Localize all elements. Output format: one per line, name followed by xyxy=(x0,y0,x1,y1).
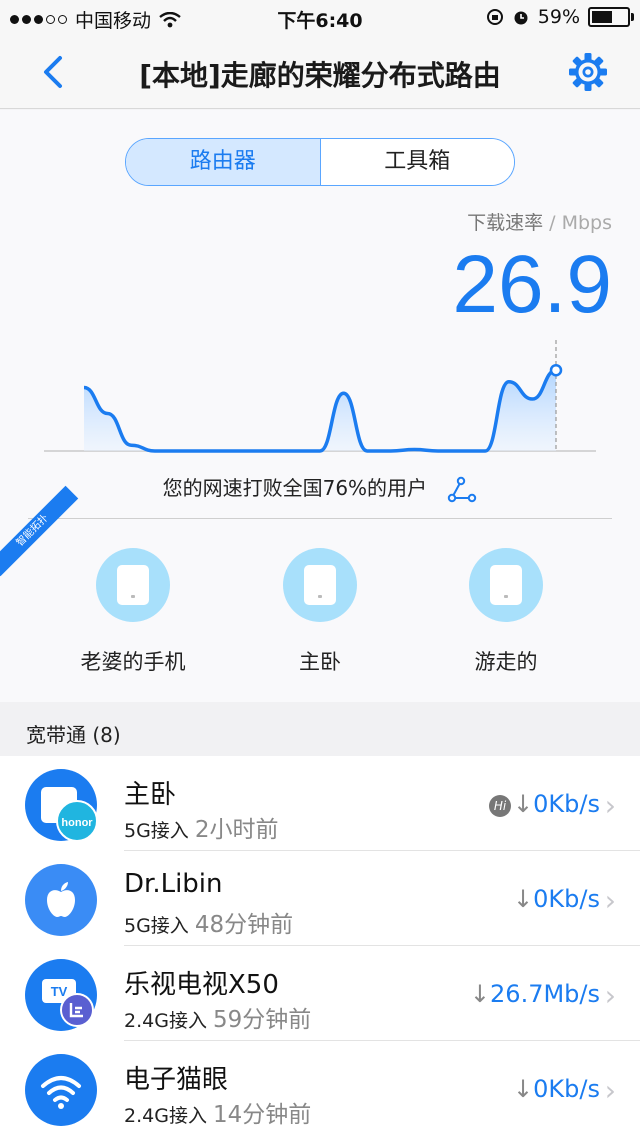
device-rate-value: 0Kb/s xyxy=(533,885,600,913)
device-band: 2.4G接入 xyxy=(124,1105,207,1127)
download-speed-label: 下载速率 / Mbps xyxy=(467,208,612,235)
chevron-right-icon: › xyxy=(604,1074,616,1107)
speed-chart xyxy=(44,340,596,453)
battery-icon xyxy=(588,7,634,27)
honor-badge-text: honor xyxy=(61,817,93,829)
download-speed-value: 26.9 xyxy=(452,239,612,330)
device-band: 5G接入 xyxy=(124,820,189,842)
honor-router-icon: honor xyxy=(25,769,98,842)
download-arrow-icon: ↓ xyxy=(469,980,491,1008)
speed-rank-text: 您的网速打败全国76%的用户 xyxy=(162,476,428,500)
chevron-right-icon: › xyxy=(604,789,616,822)
tab-toolbox[interactable]: 工具箱 xyxy=(320,139,514,185)
device-rate: ↓0Kb/s xyxy=(513,885,600,913)
hilink-badge-icon: Hi xyxy=(489,795,512,817)
tv-icon: TV xyxy=(25,959,97,1031)
gear-icon[interactable] xyxy=(566,50,610,94)
download-speed-title: 下载速率 xyxy=(467,212,544,234)
device-band: 2.4G接入 xyxy=(124,1010,207,1032)
device-last-seen: 14分钟前 xyxy=(213,1102,312,1128)
tv-badge-text: TV xyxy=(51,984,68,999)
share-icon[interactable] xyxy=(447,476,477,504)
status-right: 59% xyxy=(486,6,634,28)
apple-icon xyxy=(25,864,97,936)
router-panel: 路由器 工具箱 下载速率 / Mbps 26.9 您的网速打败全国76%的用户 … xyxy=(0,110,640,702)
device-rate: Hi ↓0Kb/s xyxy=(489,790,600,818)
device-name: 主卧 xyxy=(124,780,177,810)
mesh-node-master-bedroom[interactable]: 主卧 xyxy=(220,548,420,676)
device-rate-value: 26.7Mb/s xyxy=(490,980,600,1008)
mesh-node-roaming[interactable]: 游走的 xyxy=(406,548,606,676)
download-arrow-icon: ↓ xyxy=(513,790,534,818)
nav-bar: [本地]走廊的荣耀分布式路由 xyxy=(0,36,640,109)
chevron-right-icon: › xyxy=(604,884,616,917)
device-band: 5G接入 xyxy=(124,915,189,937)
device-rate-value: 0Kb/s xyxy=(533,790,600,818)
device-row[interactable]: 电子猫眼 2.4G接入 14分钟前 ↓0Kb/s › xyxy=(0,1041,640,1136)
chart-current-point xyxy=(549,363,563,377)
segment-control: 路由器 工具箱 xyxy=(125,138,515,186)
device-last-seen: 2小时前 xyxy=(194,817,279,843)
router-node-icon xyxy=(96,548,170,622)
router-node-icon xyxy=(283,548,357,622)
device-row[interactable]: TV 乐视电视X50 2.4G接入 59分钟前 ↓26.7Mb/s › xyxy=(0,946,640,1041)
device-rate: ↓0Kb/s xyxy=(513,1075,600,1103)
device-last-seen: 59分钟前 xyxy=(213,1007,312,1033)
mesh-node-label: 老婆的手机 xyxy=(80,650,186,674)
divider xyxy=(28,518,612,519)
section-title: 宽带通 (8) xyxy=(26,723,121,747)
download-arrow-icon: ↓ xyxy=(513,1075,534,1103)
wifi-icon xyxy=(25,1054,97,1126)
mesh-node-wife-phone[interactable]: 老婆的手机 xyxy=(33,548,233,676)
device-name: 乐视电视X50 xyxy=(124,970,279,1000)
status-bar: 中国移动 下午6:40 59% xyxy=(0,0,640,36)
device-name: 电子猫眼 xyxy=(124,1065,229,1095)
device-connection: 5G接入 48分钟前 xyxy=(124,905,293,939)
device-rate-value: 0Kb/s xyxy=(533,1075,600,1103)
device-connection: 2.4G接入 59分钟前 xyxy=(124,1000,311,1034)
alarm-icon xyxy=(514,11,528,25)
chart-line xyxy=(83,368,557,453)
device-row[interactable]: honor 主卧 5G接入 2小时前 Hi ↓0Kb/s › xyxy=(0,756,640,851)
battery-percent: 59% xyxy=(537,6,580,28)
device-connection: 5G接入 2小时前 xyxy=(124,810,279,844)
router-node-icon xyxy=(469,548,543,622)
device-name: Dr.Libin xyxy=(124,869,223,899)
mesh-node-label: 游走的 xyxy=(474,650,538,674)
download-speed-unit: / Mbps xyxy=(543,212,612,234)
mesh-node-label: 主卧 xyxy=(299,650,341,674)
device-connection: 2.4G接入 14分钟前 xyxy=(124,1095,311,1129)
device-last-seen: 48分钟前 xyxy=(194,912,294,938)
rotation-lock-icon xyxy=(486,9,503,25)
page-title: [本地]走廊的荣耀分布式路由 xyxy=(139,59,501,92)
tab-router[interactable]: 路由器 xyxy=(126,139,321,185)
device-section-header: 宽带通 (8) xyxy=(0,702,640,756)
chevron-right-icon: › xyxy=(604,979,616,1012)
download-arrow-icon: ↓ xyxy=(513,885,534,913)
chart-area xyxy=(84,370,556,451)
speed-rank: 您的网速打败全国76%的用户 xyxy=(0,472,640,504)
device-list: honor 主卧 5G接入 2小时前 Hi ↓0Kb/s › Dr.Libin 5… xyxy=(0,756,640,1138)
device-rate: ↓26.7Mb/s xyxy=(470,980,600,1008)
device-row[interactable]: Dr.Libin 5G接入 48分钟前 ↓0Kb/s › xyxy=(0,851,640,946)
